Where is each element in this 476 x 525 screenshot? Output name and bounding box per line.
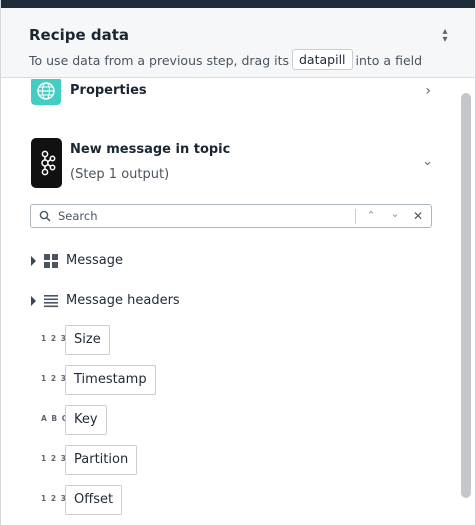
search-next-button[interactable]: ⌄ [386, 205, 404, 223]
kafka-icon [31, 138, 62, 188]
step-properties[interactable]: Properties › [31, 79, 441, 107]
tree-item-message-headers[interactable]: Message headers [31, 291, 411, 311]
scrollbar[interactable] [461, 93, 471, 523]
number-type-icon: 1 2 3 [41, 374, 67, 383]
panel-header: Recipe data To use data from a previous … [1, 8, 475, 78]
search-input[interactable] [56, 207, 356, 225]
chevron-up-icon: ⌃ [366, 209, 376, 222]
chevron-right-icon: › [425, 83, 431, 99]
tree-item-message[interactable]: Message [31, 251, 411, 271]
field-offset: 1 2 3 Offset [31, 485, 411, 515]
list-icon [44, 295, 58, 308]
number-type-icon: 1 2 3 [41, 334, 67, 343]
field-size: 1 2 3 Size [31, 325, 411, 355]
datapill-search-box: ⌃ ⌄ ✕ [30, 204, 432, 228]
step-properties-title: Properties [70, 83, 147, 98]
datapill-partition[interactable]: Partition [65, 445, 138, 475]
number-type-icon: 1 2 3 [41, 494, 67, 503]
datapill-timestamp[interactable]: Timestamp [65, 365, 156, 395]
close-icon: ✕ [412, 209, 424, 223]
recipe-data-scroll-area[interactable]: Properties › New message in topic (Step [1, 79, 475, 525]
scrollbar-thumb[interactable] [461, 93, 471, 498]
step-trigger-title: New message in topic [70, 142, 231, 157]
panel-title: Recipe data [29, 26, 130, 44]
caret-right-icon [31, 296, 36, 306]
chevron-down-icon: ▾ [442, 34, 448, 45]
collapse-panel-button[interactable]: ▴ ▾ [437, 27, 453, 46]
properties-globe-icon [31, 79, 61, 105]
top-bar [1, 0, 475, 8]
tree-item-label: Message [66, 253, 123, 268]
step-new-message-in-topic[interactable]: New message in topic (Step 1 output) ⌄ [31, 138, 441, 190]
step-trigger-subtitle: (Step 1 output) [70, 167, 170, 182]
recipe-data-panel: Recipe data To use data from a previous … [0, 0, 476, 525]
grid-icon [44, 254, 58, 268]
search-previous-button[interactable]: ⌃ [362, 207, 380, 225]
search-divider [355, 209, 356, 224]
caret-right-icon [31, 256, 36, 266]
search-clear-button[interactable]: ✕ [409, 207, 427, 225]
field-partition: 1 2 3 Partition [31, 445, 411, 475]
search-icon [39, 210, 51, 222]
chevron-down-icon: ⌄ [422, 154, 433, 169]
chevron-down-icon: ⌄ [390, 207, 400, 220]
panel-subtitle: To use data from a previous step, drag i… [29, 49, 423, 71]
subtitle-datapill-example: datapill [292, 49, 353, 70]
field-key: A B C Key [31, 405, 411, 435]
subtitle-text-before: To use data from a previous step, drag i… [29, 53, 289, 68]
number-type-icon: 1 2 3 [41, 454, 67, 463]
subtitle-text-after: into a field [355, 53, 423, 68]
tree-item-label: Message headers [66, 293, 180, 308]
datapill-size[interactable]: Size [65, 325, 110, 355]
datapill-offset[interactable]: Offset [65, 485, 123, 515]
field-timestamp: 1 2 3 Timestamp [31, 365, 411, 395]
datapill-key[interactable]: Key [65, 405, 107, 435]
